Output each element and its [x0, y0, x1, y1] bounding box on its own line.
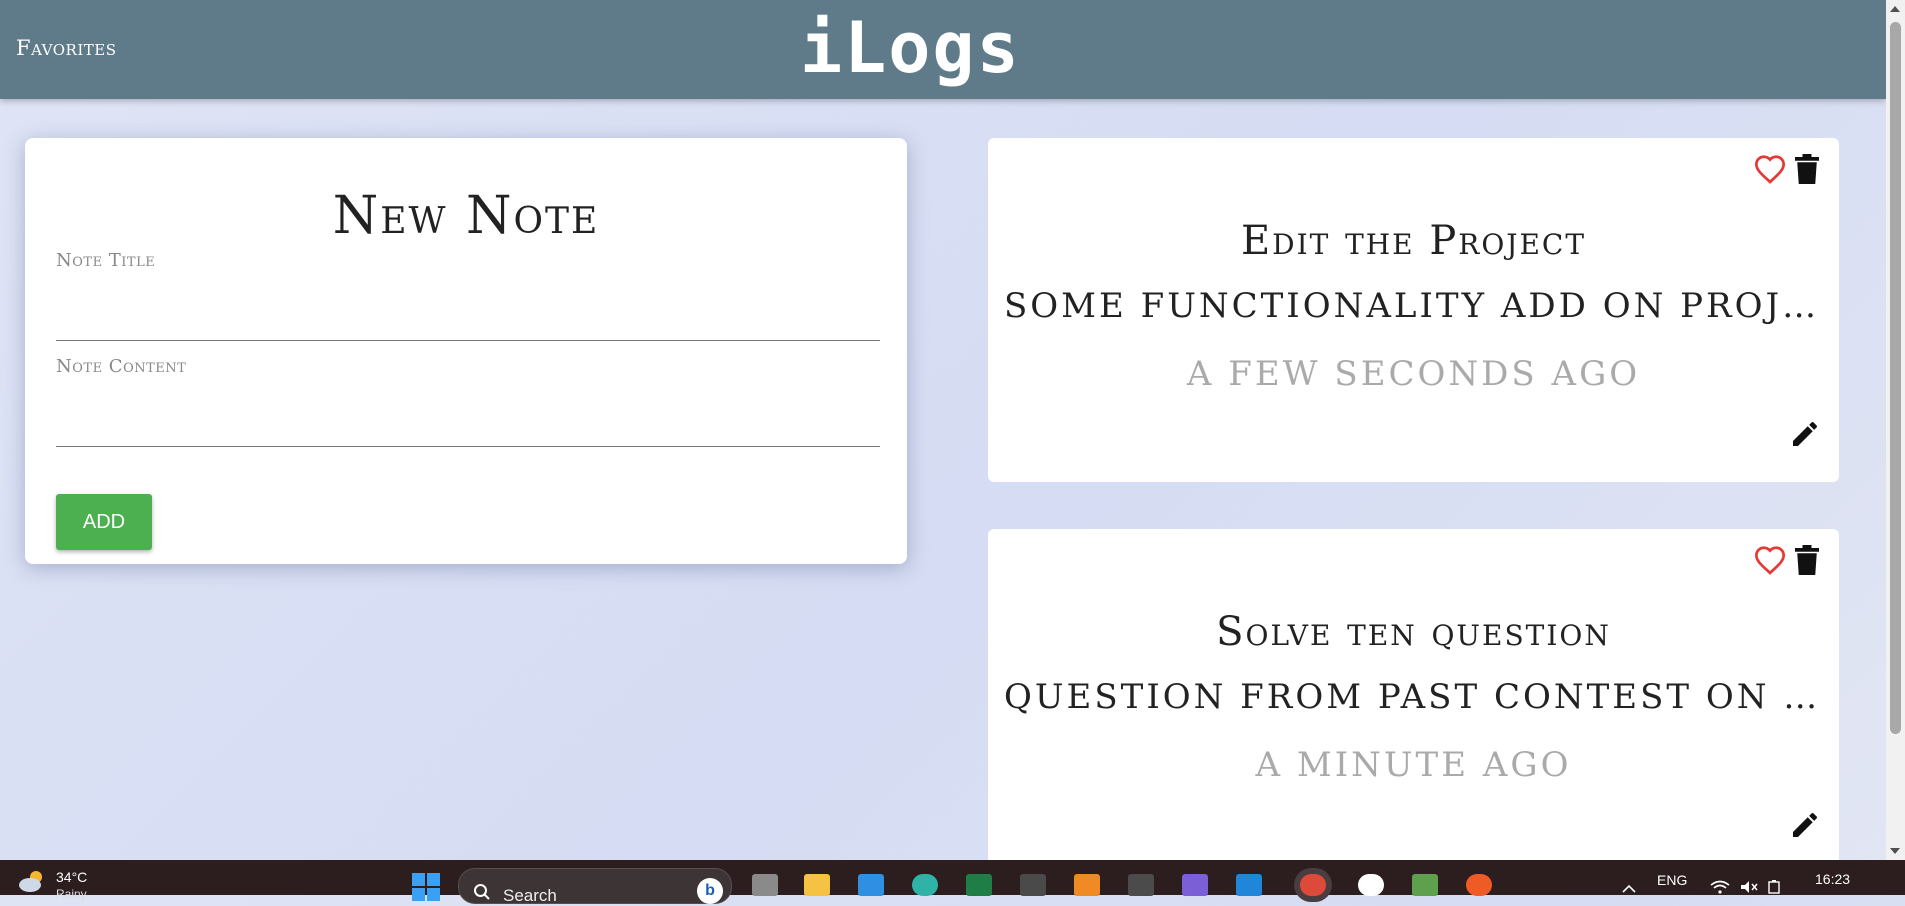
pencil-icon[interactable]	[1789, 809, 1821, 845]
wifi-icon[interactable]	[1710, 880, 1730, 899]
visual-studio-icon[interactable]	[1182, 874, 1208, 896]
note-timestamp: a minute ago	[1255, 745, 1572, 785]
heart-outline-icon[interactable]	[1753, 545, 1787, 575]
note-timestamp: a few seconds ago	[1186, 354, 1641, 394]
excel-icon[interactable]	[966, 874, 992, 896]
note-title-label: Note Title	[56, 250, 156, 271]
nodejs-icon[interactable]	[1412, 874, 1438, 896]
file-explorer-icon[interactable]	[804, 874, 830, 896]
weather-condition[interactable]: Rainy	[56, 887, 87, 901]
xampp-icon[interactable]	[1074, 874, 1100, 896]
postman-icon[interactable]	[1466, 874, 1492, 896]
favorites-link[interactable]: Favorites	[16, 36, 116, 60]
app-header: Favorites iLogs	[0, 0, 1886, 99]
trash-icon[interactable]	[1795, 154, 1819, 184]
weather-icon[interactable]	[18, 869, 48, 898]
bing-icon[interactable]: b	[697, 878, 723, 904]
weather-temperature[interactable]: 34°C	[56, 869, 87, 885]
new-note-title: New Note	[332, 186, 600, 246]
new-note-card: New Note Note Title Note Content ADD	[25, 138, 907, 564]
clock-time[interactable]: 16:23	[1815, 871, 1850, 887]
edge-icon[interactable]	[912, 874, 938, 896]
language-indicator[interactable]: ENG	[1657, 872, 1687, 888]
note-actions	[1753, 545, 1819, 575]
chrome-icon[interactable]	[1300, 874, 1326, 896]
note-title: Solve ten question	[1216, 609, 1611, 655]
add-note-button[interactable]: ADD	[56, 494, 152, 550]
battery-icon[interactable]	[1768, 880, 1780, 899]
note-title: Edit the Project	[1240, 218, 1587, 264]
note-card: Solve ten question Question from past co…	[988, 529, 1839, 860]
scroll-thumb[interactable]	[1890, 22, 1901, 734]
note-content: some functionality add on project th...	[1004, 286, 1823, 326]
note-content-input[interactable]	[56, 410, 880, 447]
sublime-text-icon[interactable]	[1128, 874, 1154, 896]
page-scrollbar[interactable]	[1886, 0, 1905, 860]
tray-chevron-up-icon[interactable]	[1622, 880, 1636, 898]
os-taskbar: 34°C Rainy Search b ENG 16:23	[0, 860, 1905, 905]
note-title-input[interactable]	[56, 304, 880, 341]
note-content: Question from past contest on leetco...	[1004, 677, 1823, 717]
windows-start-icon[interactable]	[412, 873, 440, 906]
vscode-icon[interactable]	[1236, 874, 1262, 896]
note-card: Edit the Project some functionality add …	[988, 138, 1839, 482]
search-label: Search	[503, 886, 557, 905]
mail-icon[interactable]	[858, 874, 884, 896]
mongodb-icon[interactable]	[1358, 874, 1384, 896]
system-tray	[1710, 880, 1780, 899]
app-logo: iLogs	[800, 7, 1021, 89]
taskbar-search[interactable]: Search b	[458, 868, 732, 905]
trash-icon[interactable]	[1795, 545, 1819, 575]
scroll-down-arrow-icon[interactable]	[1890, 848, 1900, 854]
scroll-up-arrow-icon[interactable]	[1890, 6, 1900, 12]
pencil-icon[interactable]	[1789, 418, 1821, 454]
volume-muted-icon[interactable]	[1740, 880, 1758, 899]
task-view-icon[interactable]	[752, 874, 778, 896]
heart-outline-icon[interactable]	[1753, 154, 1787, 184]
note-content-label: Note Content	[56, 356, 187, 377]
note-actions	[1753, 154, 1819, 184]
clapper-icon[interactable]	[1020, 874, 1046, 896]
